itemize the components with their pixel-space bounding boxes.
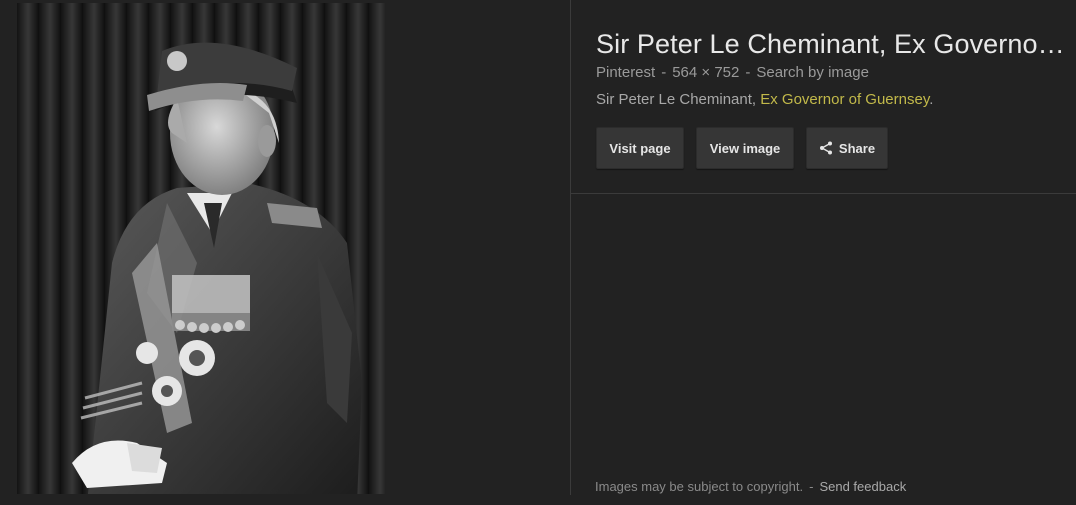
search-by-image-link[interactable]: Search by image [756, 64, 869, 81]
horizontal-divider [571, 193, 1076, 194]
copyright-notice: Images may be subject to copyright. [595, 479, 804, 494]
share-label: Share [838, 140, 876, 156]
view-image-label: View image [709, 140, 781, 156]
share-icon [819, 141, 833, 155]
image-dimensions: 564 × 752 [672, 64, 740, 81]
meta-separator: - [745, 64, 751, 81]
image-viewer-panel: Sir Peter Le Cheminant, Ex Governo… Pint… [0, 0, 1076, 505]
description-highlight: Ex Governor of Guernsey [760, 91, 930, 108]
send-feedback-link[interactable]: Send feedback [819, 479, 906, 494]
description-text: Sir Peter Le Cheminant, [596, 91, 761, 108]
result-title[interactable]: Sir Peter Le Cheminant, Ex Governo… [596, 29, 1072, 60]
footer: Images may be subject to copyright. - Send… [595, 479, 906, 494]
description-suffix: . [929, 91, 934, 108]
visit-page-button[interactable]: Visit page [596, 127, 684, 169]
image-info-panel: Sir Peter Le Cheminant, Ex Governo… Pint… [571, 0, 1076, 505]
meta-separator: - [661, 64, 667, 81]
preview-image[interactable] [17, 3, 385, 494]
result-meta: Pinterest -564 × 752- Search by image [596, 64, 869, 81]
share-button[interactable]: Share [806, 127, 888, 169]
source-link[interactable]: Pinterest [596, 64, 655, 81]
visit-page-label: Visit page [609, 140, 671, 156]
result-description: Sir Peter Le Cheminant, Ex Governor of G… [596, 91, 933, 108]
view-image-button[interactable]: View image [696, 127, 794, 169]
footer-separator: - [809, 479, 814, 494]
action-buttons: Visit page View image Share [596, 127, 888, 169]
image-preview-panel [0, 0, 570, 505]
